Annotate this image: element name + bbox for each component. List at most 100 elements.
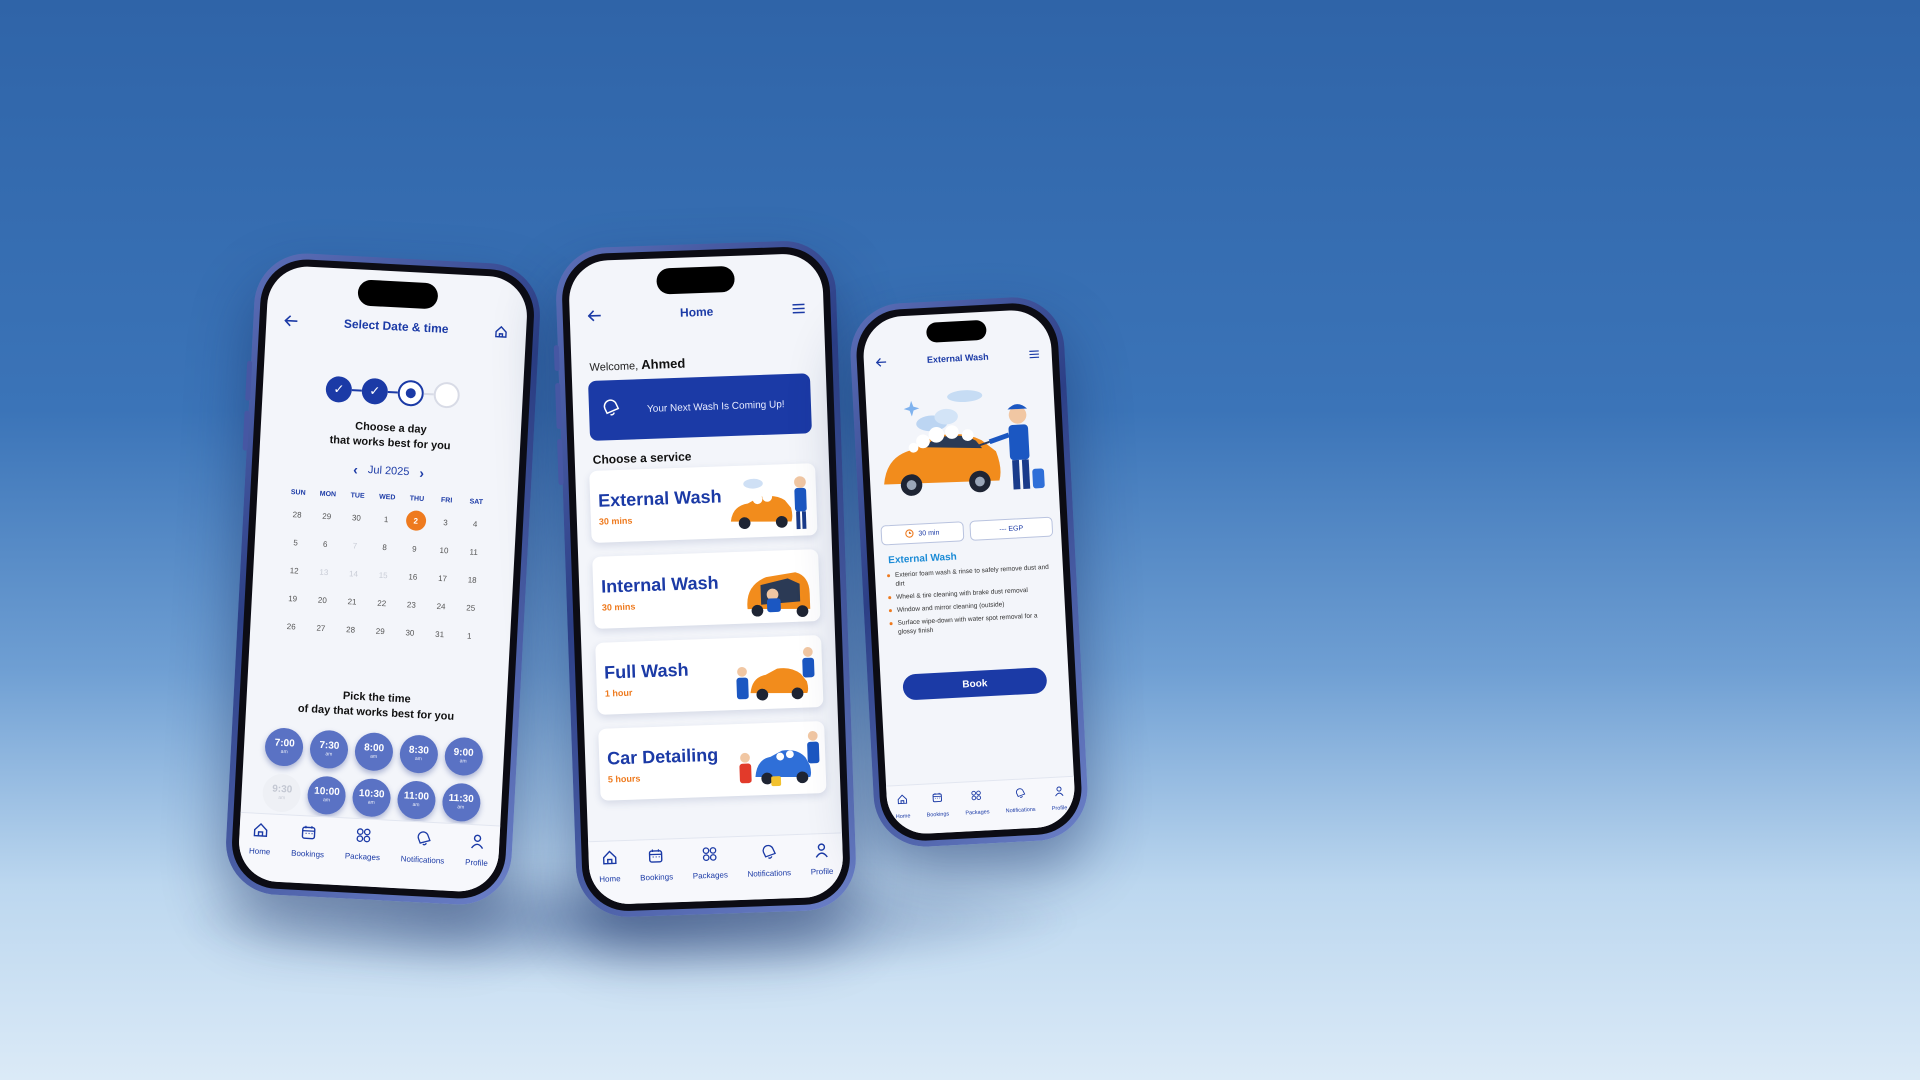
day-number: 16 (408, 571, 418, 582)
calendar-day[interactable]: 31 (424, 623, 455, 645)
time-slot[interactable]: 9:30 am (262, 773, 303, 813)
calendar-day[interactable]: 5 (280, 532, 311, 554)
calendar-day[interactable]: 10 (429, 539, 460, 561)
service-detail-screen: External Wash 30 min --- EGP External Wa… (861, 308, 1077, 836)
side-button (553, 344, 560, 372)
calendar-day[interactable]: 15 (368, 564, 399, 586)
time-value: 8:00 (363, 742, 385, 755)
nav-item-notifications[interactable]: Notifications (747, 843, 791, 879)
calendar-day[interactable]: 27 (306, 617, 337, 639)
time-ampm: am (412, 801, 420, 809)
user-icon (813, 842, 830, 864)
nav-item-packages[interactable]: Packages (964, 787, 990, 817)
service-card[interactable]: External Wash 30 mins (589, 463, 818, 543)
calendar-day[interactable]: 9 (399, 538, 430, 560)
calendar-day[interactable]: 4 (460, 513, 491, 535)
service-card[interactable]: Car Detailing 5 hours (598, 720, 827, 801)
time-slot[interactable]: 7:30 am (309, 729, 350, 770)
calendar-day[interactable]: 20 (307, 589, 338, 611)
calendar-day[interactable]: 26 (276, 615, 307, 637)
calendar-day[interactable]: 14 (338, 563, 369, 585)
time-slot[interactable]: 10:30 am (351, 777, 392, 818)
time-slot[interactable]: 7:00 am (264, 727, 305, 768)
nav-item-profile[interactable]: Profile (465, 833, 489, 868)
service-name: External Wash (597, 486, 722, 511)
page-title: External Wash (926, 351, 989, 365)
calendar-day[interactable]: 29 (311, 505, 342, 527)
calendar-day[interactable]: 30 (341, 507, 372, 529)
bell-icon (760, 844, 777, 866)
nav-item-bookings[interactable]: Bookings (925, 789, 950, 819)
calendar-day[interactable]: 23 (396, 594, 427, 616)
bell-icon (601, 397, 622, 423)
dynamic-island (357, 279, 439, 310)
service-illustration (729, 639, 819, 706)
time-value: 9:30 (271, 783, 293, 796)
day-number: 20 (317, 595, 328, 605)
calendar-day[interactable]: 13 (308, 561, 339, 583)
calendar-day[interactable]: 3 (430, 511, 461, 533)
calendar-day[interactable]: 24 (426, 595, 457, 617)
nav-label: Bookings (926, 811, 950, 819)
calendar-day[interactable]: 29 (365, 620, 396, 642)
service-card[interactable]: Internal Wash 30 mins (592, 549, 821, 629)
calendar-day[interactable]: 6 (310, 533, 341, 555)
nav-item-home[interactable]: Home (598, 849, 621, 884)
next-wash-banner[interactable]: Your Next Wash Is Coming Up! (588, 373, 812, 441)
day-number: 1 (383, 514, 389, 524)
nav-item-profile[interactable]: Profile (810, 842, 834, 877)
calendar-day[interactable]: 1 (454, 625, 485, 647)
day-number: 6 (322, 539, 328, 549)
back-arrow-icon[interactable] (875, 357, 888, 368)
next-month-icon[interactable]: › (419, 465, 425, 481)
calendar-day[interactable]: 12 (279, 560, 310, 582)
menu-icon[interactable] (791, 302, 805, 314)
nav-item-notifications[interactable]: Notifications (401, 829, 446, 866)
calendar-day[interactable]: 22 (366, 592, 397, 614)
time-value: 10:30 (358, 788, 385, 801)
nav-item-packages[interactable]: Packages (345, 826, 382, 862)
nav-item-bookings[interactable]: Bookings (291, 824, 326, 859)
nav-item-bookings[interactable]: Bookings (639, 847, 673, 882)
day-number: 15 (378, 570, 388, 580)
calendar-day[interactable]: 28 (282, 504, 313, 526)
menu-icon[interactable] (1028, 349, 1040, 360)
back-arrow-icon[interactable] (284, 314, 299, 327)
time-slot[interactable]: 8:00 am (353, 731, 394, 772)
calendar-day[interactable]: 8 (369, 536, 400, 558)
side-button (245, 360, 253, 401)
calendar-day[interactable]: 11 (458, 541, 489, 563)
home-icon[interactable] (494, 324, 509, 339)
prev-month-icon[interactable]: ‹ (353, 461, 359, 477)
calendar-day[interactable]: 21 (337, 591, 368, 613)
back-arrow-icon[interactable] (587, 309, 602, 322)
calendar-day[interactable]: 1 (371, 508, 402, 530)
nav-item-packages[interactable]: Packages (692, 845, 728, 881)
time-slot[interactable]: 11:00 am (396, 780, 437, 821)
time-slot[interactable]: 8:30 am (398, 734, 439, 775)
calendar-day[interactable]: 7 (340, 535, 371, 557)
nav-item-profile[interactable]: Profile (1050, 783, 1068, 812)
grid-icon (971, 788, 983, 807)
service-card[interactable]: Full Wash 1 hour (595, 635, 824, 715)
calendar-day[interactable]: 19 (277, 588, 308, 610)
calendar-day[interactable]: 17 (427, 567, 458, 589)
time-ampm: am (459, 758, 467, 765)
nav-item-home[interactable]: Home (249, 821, 272, 856)
time-slot[interactable]: 10:00 am (306, 775, 347, 816)
page-title: Home (679, 304, 714, 320)
day-number: 22 (377, 598, 387, 608)
calendar-day[interactable]: 30 (395, 622, 426, 644)
book-button[interactable]: Book (902, 667, 1048, 701)
nav-item-home[interactable]: Home (895, 791, 911, 820)
calendar-day[interactable]: 28 (335, 619, 366, 641)
time-slot[interactable]: 11:30 am (441, 782, 481, 823)
nav-item-notifications[interactable]: Notifications (1004, 785, 1036, 814)
page-title: Select Date & time (343, 316, 449, 337)
calendar-day[interactable]: 18 (457, 569, 488, 591)
dynamic-island (925, 319, 987, 343)
calendar-day[interactable]: 25 (455, 597, 486, 619)
time-slot[interactable]: 9:00 am (443, 736, 484, 777)
calendar-day-selected[interactable]: 2 (400, 510, 431, 532)
calendar-day[interactable]: 16 (398, 566, 429, 588)
